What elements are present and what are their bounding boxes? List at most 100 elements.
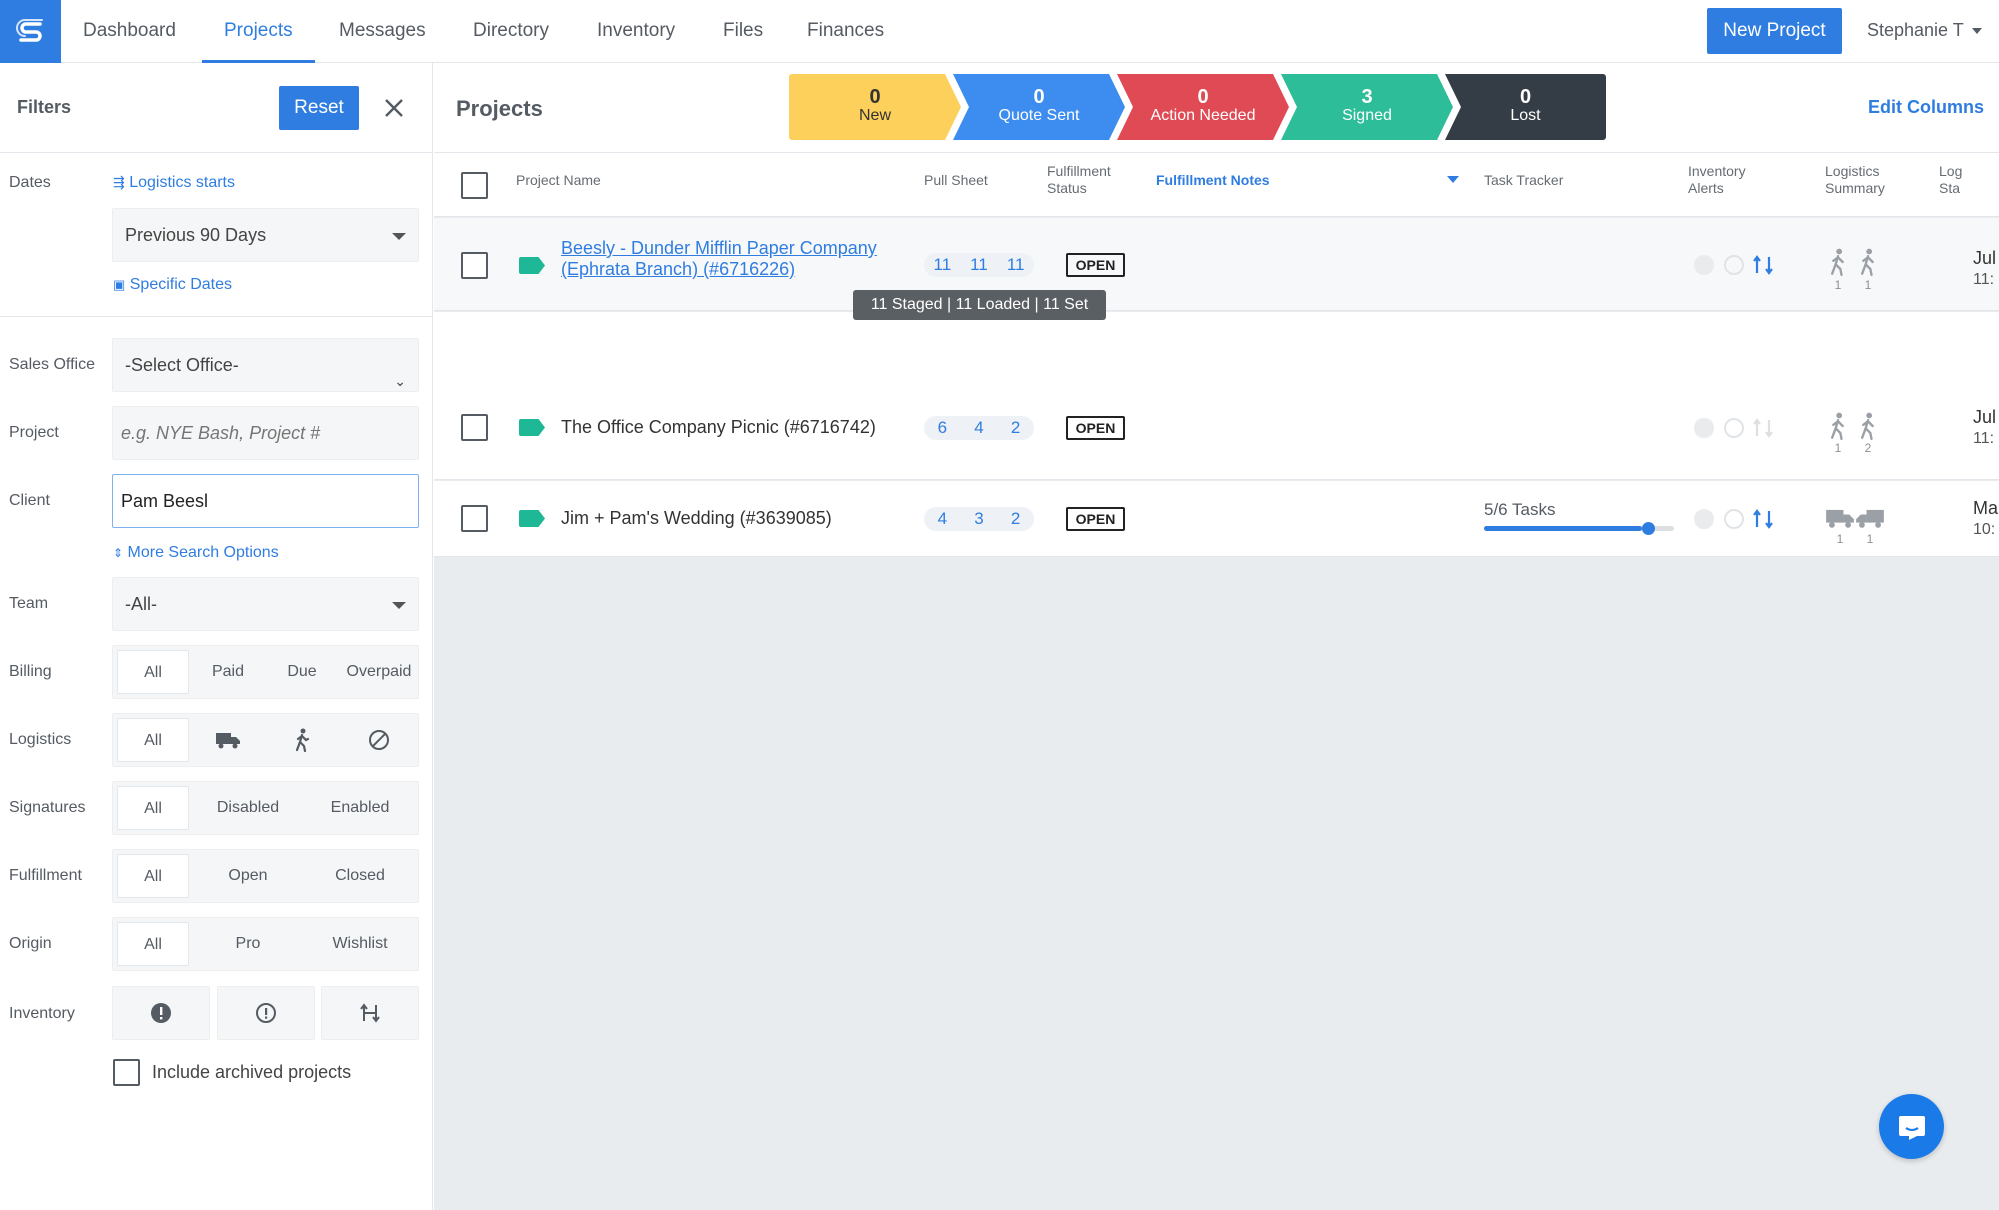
more-search-options-label: More Search Options <box>127 544 279 561</box>
top-nav: Dashboard Projects Messages Directory In… <box>0 0 1999 63</box>
pull-sheet-counts[interactable]: 4 3 2 <box>924 507 1034 531</box>
swap-icon[interactable] <box>1751 253 1775 277</box>
swap-icon <box>360 1003 380 1023</box>
col-project-name[interactable]: Project Name <box>516 172 601 189</box>
close-icon[interactable] <box>384 98 404 118</box>
stage-quote-sent-label: Quote Sent <box>998 107 1080 124</box>
fulfillment-all[interactable]: All <box>117 854 189 898</box>
billing-overpaid[interactable]: Overpaid <box>341 650 417 694</box>
table-row[interactable]: The Office Company Picnic (#6716742) 6 4… <box>434 312 1999 480</box>
table-row[interactable]: Beesly - Dunder Mifflin Paper Company (E… <box>434 218 1999 311</box>
task-count: 5/6 Tasks <box>1484 500 1556 519</box>
dates-label: Dates <box>9 174 51 191</box>
stage-new[interactable]: 0 New <box>789 74 961 140</box>
inventory-warning-filter[interactable] <box>217 986 315 1040</box>
pull-sheet-counts[interactable]: 6 4 2 <box>924 416 1034 440</box>
nav-inventory[interactable]: Inventory <box>597 0 675 63</box>
chevron-down-icon <box>1971 28 1982 35</box>
signatures-disabled[interactable]: Disabled <box>193 786 303 830</box>
team-select[interactable]: -All- <box>112 577 419 631</box>
stage-signed[interactable]: 3 Signed <box>1281 74 1453 140</box>
select-all-checkbox[interactable] <box>461 172 488 199</box>
row-checkbox[interactable] <box>461 505 488 532</box>
stage-lost[interactable]: 0 Lost <box>1445 74 1606 140</box>
nav-directory[interactable]: Directory <box>473 0 549 63</box>
page-title: Projects <box>456 96 543 121</box>
origin-all[interactable]: All <box>117 922 189 966</box>
col-logistics-summary[interactable]: Logistics Summary <box>1825 163 1885 197</box>
new-project-button[interactable]: New Project <box>1707 8 1842 54</box>
nav-dashboard[interactable]: Dashboard <box>83 0 176 63</box>
pull-sheet-counts[interactable]: 11 11 11 <box>924 253 1034 277</box>
swap-icon[interactable] <box>1751 416 1775 440</box>
project-name[interactable]: Jim + Pam's Wedding (#3639085) <box>561 508 832 529</box>
date-time: 11: <box>1973 271 1995 288</box>
col-logistics-summary-line2: Summary <box>1825 180 1885 196</box>
stage-action-needed[interactable]: 0 Action Needed <box>1117 74 1289 140</box>
inventory-swap-filter[interactable] <box>321 986 419 1040</box>
table-row[interactable]: Jim + Pam's Wedding (#3639085) 4 3 2 OPE… <box>434 481 1999 557</box>
swap-icon[interactable] <box>1751 507 1775 531</box>
col-logistics-summary-line1: Logistics <box>1825 163 1880 179</box>
pull-set: 11 <box>1006 255 1025 274</box>
fulfillment-closed[interactable]: Closed <box>305 854 415 898</box>
reset-button[interactable]: Reset <box>279 86 359 130</box>
alert-icon <box>1694 418 1714 438</box>
walking-icon <box>295 728 310 753</box>
stage-quote-sent[interactable]: 0 Quote Sent <box>953 74 1125 140</box>
logistics-all[interactable]: All <box>117 718 189 762</box>
col-task-tracker[interactable]: Task Tracker <box>1484 172 1563 189</box>
col-logistics-start[interactable]: Log Sta <box>1939 163 1962 197</box>
walking-icon <box>1831 412 1844 440</box>
origin-wishlist[interactable]: Wishlist <box>305 922 415 966</box>
col-fulfillment-status[interactable]: Fulfillment Status <box>1047 163 1111 197</box>
project-name-line2: (Ephrata Branch) (#6716226) <box>561 259 796 279</box>
more-search-options-link[interactable]: ⇕ More Search Options <box>113 544 279 562</box>
signatures-all[interactable]: All <box>117 786 189 830</box>
origin-pro[interactable]: Pro <box>193 922 303 966</box>
col-fulfillment-notes[interactable]: Fulfillment Notes <box>1156 172 1270 189</box>
logistics-truck[interactable] <box>193 718 263 762</box>
col-pull-sheet[interactable]: Pull Sheet <box>924 172 988 189</box>
inventory-label: Inventory <box>9 1005 75 1022</box>
col-inventory-alerts[interactable]: Inventory Alerts <box>1688 163 1746 197</box>
logistics-none[interactable] <box>341 718 417 762</box>
col-inventory-alerts-line2: Alerts <box>1688 180 1724 196</box>
tag-icon <box>519 510 545 527</box>
team-label: Team <box>9 595 49 612</box>
row-checkbox[interactable] <box>461 252 488 279</box>
logistics-starts-link[interactable]: ⇶ Logistics starts <box>113 174 235 192</box>
sales-office-select[interactable]: -Select Office- ⌄ <box>112 338 419 392</box>
date-range-select[interactable]: Previous 90 Days <box>112 208 419 262</box>
walking-icon <box>1861 248 1874 276</box>
project-name-line1: Beesly - Dunder Mifflin Paper Company <box>561 238 877 258</box>
sort-caret-icon[interactable] <box>1447 176 1459 183</box>
billing-due[interactable]: Due <box>267 650 337 694</box>
alert-icon <box>1694 255 1714 275</box>
edit-columns-link[interactable]: Edit Columns <box>1868 97 1984 118</box>
project-name[interactable]: The Office Company Picnic (#6716742) <box>561 417 876 438</box>
logistics-walk[interactable] <box>267 718 337 762</box>
specific-dates-link[interactable]: ▣ Specific Dates <box>113 276 232 294</box>
inventory-alert-filter[interactable] <box>112 986 210 1040</box>
pull-set: 2 <box>1010 509 1021 528</box>
signatures-enabled[interactable]: Enabled <box>305 786 415 830</box>
nav-finances[interactable]: Finances <box>807 0 884 63</box>
sales-office-value: -Select Office- <box>125 355 239 375</box>
nav-files[interactable]: Files <box>723 0 763 63</box>
chat-launcher-button[interactable] <box>1879 1094 1944 1159</box>
project-search-input[interactable] <box>112 406 419 460</box>
client-input[interactable]: Pam Beesl <box>112 474 419 528</box>
user-menu[interactable]: Stephanie T <box>1867 20 1982 41</box>
row-checkbox[interactable] <box>461 414 488 441</box>
app-logo[interactable] <box>0 0 61 63</box>
billing-paid[interactable]: Paid <box>193 650 263 694</box>
nav-messages[interactable]: Messages <box>339 0 426 63</box>
nav-projects[interactable]: Projects <box>202 0 315 63</box>
fulfillment-open[interactable]: Open <box>193 854 303 898</box>
pull-staged: 4 <box>937 509 948 528</box>
include-archived-checkbox[interactable] <box>113 1059 140 1086</box>
stage-new-count: 0 <box>869 86 881 108</box>
billing-all[interactable]: All <box>117 650 189 694</box>
project-link[interactable]: Beesly - Dunder Mifflin Paper Company (E… <box>561 238 877 280</box>
